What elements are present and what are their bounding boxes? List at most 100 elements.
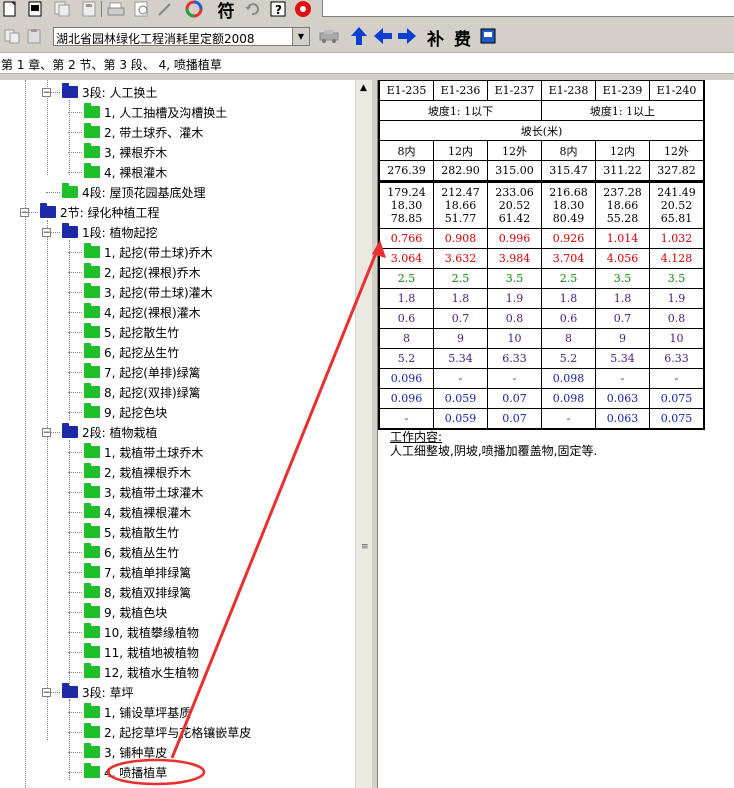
edit-icon[interactable] [155,0,175,18]
tree-node-label: 4段: 屋顶花园基底处理 [82,185,206,200]
tree-item-node[interactable]: 4, 喷播植草 [84,762,167,782]
green-folder-icon [84,523,100,538]
paste-icon[interactable] [24,26,44,46]
tree-item-node[interactable]: 8, 起挖(双排)绿篱 [84,382,201,402]
tree-node-label: 7, 起挖(单排)绿篱 [104,365,201,380]
fee-button[interactable]: 费 [454,25,471,50]
quota-tree[interactable]: − 3段: 人工换土 1, 人工抽槽及沟槽换土 2, 带土球乔、灌木 3, 裸根乔木 4,… [0,80,372,788]
consumption-cell: 1.8 [595,288,650,309]
tree-collapse-toggle[interactable]: − [42,688,51,698]
tree-item-node[interactable]: 2, 起挖草坪与花格镶嵌草皮 [84,722,251,742]
undo-icon[interactable] [242,0,262,18]
tree-item-node[interactable]: 9, 栽植色块 [84,602,167,622]
tree-item-node[interactable]: 2, 带土球乔、灌木 [84,122,203,142]
chevron-down-icon[interactable]: ▼ [292,28,309,45]
tree-folder-node[interactable]: 2段: 植物栽植 [62,422,158,442]
cost-breakdown-cell: 179.24 18.30 78.85 [378,180,434,229]
tree-node-label: 4, 栽植裸根灌木 [104,505,192,520]
tree-node-label: 3, 栽植带土球灌木 [104,485,204,500]
tree-item-node[interactable]: 4, 裸根灌木 [84,162,167,182]
tree-item-node[interactable]: 4段: 屋顶花园基底处理 [62,182,206,202]
tree-collapse-toggle[interactable]: − [42,88,51,98]
supplement-button[interactable]: 补 [427,25,444,50]
tree-item-node[interactable]: 3, 栽植带土球灌木 [84,482,203,502]
tree-folder-node[interactable]: 1段: 植物起挖 [62,222,158,242]
quota-code-cell[interactable]: E1-238 [541,80,596,101]
tree-item-node[interactable]: 7, 栽植单排绿篱 [84,562,191,582]
tree-item-node[interactable]: 12, 栽植水生植物 [84,662,199,682]
base-price-cell: 282.90 [433,160,488,182]
tree-node-label: 3, 裸根乔木 [104,145,168,160]
new-doc-icon[interactable] [0,0,20,18]
tree-item-node[interactable]: 4, 栽植裸根灌木 [84,502,191,522]
base-price-cell: 276.39 [378,160,434,182]
book-icon[interactable] [478,26,498,46]
tree-item-node[interactable]: 1, 铺设草坪基质 [84,702,191,722]
question-icon[interactable]: ? [268,0,288,18]
cost-breakdown-cell: 216.68 18.30 80.49 [541,180,596,229]
vehicle-icon[interactable] [318,26,342,46]
tree-folder-node[interactable]: 3段: 人工换土 [62,82,158,102]
print-icon[interactable] [106,0,126,18]
quota-code-cell[interactable]: E1-237 [487,80,542,101]
char-button-fu[interactable]: 符 [213,0,239,22]
preview-icon[interactable] [132,0,152,18]
tree-item-node[interactable]: 6, 栽植丛生竹 [84,542,179,562]
copy-doc-icon[interactable] [52,0,72,18]
green-folder-icon [84,743,100,758]
tree-node-label: 7, 栽植单排绿篱 [104,565,192,580]
quota-code-cell[interactable]: E1-236 [433,80,488,101]
tree-item-node[interactable]: 3, 铺种草皮 [84,742,167,762]
tree-item-node[interactable]: 1, 人工抽槽及沟槽换土 [84,102,227,122]
paste-doc-icon[interactable] [79,0,99,18]
tree-collapse-toggle[interactable]: − [20,208,29,218]
scroll-up-icon[interactable]: ▲ [360,83,367,93]
copy-icon[interactable] [2,26,22,46]
tree-item-node[interactable]: 9, 起挖色块 [84,402,167,422]
tree-item-node[interactable]: 11, 栽植地被植物 [84,642,199,662]
tree-item-node[interactable]: 1, 起挖(带土球)乔木 [84,242,213,262]
green-folder-icon [84,443,100,458]
blue-folder-icon [62,423,78,438]
green-folder-icon [84,643,100,658]
tree-item-node[interactable]: 10, 栽植攀缘植物 [84,622,199,642]
cost-value: 80.49 [552,212,585,225]
consumption-cell: - [433,368,488,389]
tree-item-node[interactable]: 3, 裸根乔木 [84,142,167,162]
quota-code-cell[interactable]: E1-235 [378,80,434,101]
tree-item-node[interactable]: 2, 栽植裸根乔木 [84,462,191,482]
tree-item-node[interactable]: 2, 起挖(裸根)乔木 [84,262,201,282]
tree-folder-node[interactable]: 3段: 草坪 [62,682,134,702]
move-left-icon[interactable] [373,26,393,46]
work-content-body: 人工细整坡,阴坡,喷播加覆盖物,固定等. [390,444,598,458]
tree-node-label: 1, 人工抽槽及沟槽换土 [104,105,228,120]
record-icon[interactable] [293,0,313,18]
tree-scrollbar[interactable]: ▲ ≡ [355,80,373,788]
svg-text:?: ? [275,3,282,17]
move-right-icon[interactable] [397,26,417,46]
consumption-cell: 5.2 [541,348,596,369]
quota-code-cell[interactable]: E1-239 [595,80,650,101]
tree-node-label: 3, 起挖(带土球)灌木 [104,285,213,300]
tree-item-node[interactable]: 3, 起挖(带土球)灌木 [84,282,213,302]
tree-folder-node[interactable]: 2节: 绿化种植工程 [40,202,160,222]
tree-item-node[interactable]: 1, 栽植带土球乔木 [84,442,203,462]
tree-node-label: 10, 栽植攀缘植物 [104,625,199,640]
scroll-grip-icon[interactable]: ≡ [361,542,369,552]
slope-length-header: 坡长(米) [378,120,705,141]
tree-item-node[interactable]: 7, 起挖(单排)绿篱 [84,362,201,382]
tree-item-node[interactable]: 8, 栽植双排绿篱 [84,582,191,602]
tree-item-node[interactable]: 4, 起挖(裸根)灌木 [84,302,201,322]
tree-item-node[interactable]: 5, 栽植散生竹 [84,522,179,542]
green-folder-icon [84,483,100,498]
tree-collapse-toggle[interactable]: − [42,228,51,238]
tree-collapse-toggle[interactable]: − [42,428,51,438]
open-doc-icon[interactable] [25,0,45,18]
tree-node-label: 2, 带土球乔、灌木 [104,125,204,140]
tree-item-node[interactable]: 5, 起挖散生竹 [84,322,179,342]
quota-code-cell[interactable]: E1-240 [649,80,705,101]
tree-item-node[interactable]: 6, 起挖丛生竹 [84,342,179,362]
move-up-icon[interactable] [349,26,369,46]
quota-book-select[interactable]: 湖北省园林绿化工程消耗里定额2008 ▼ [53,27,310,46]
color-wheel-icon[interactable] [184,0,204,18]
